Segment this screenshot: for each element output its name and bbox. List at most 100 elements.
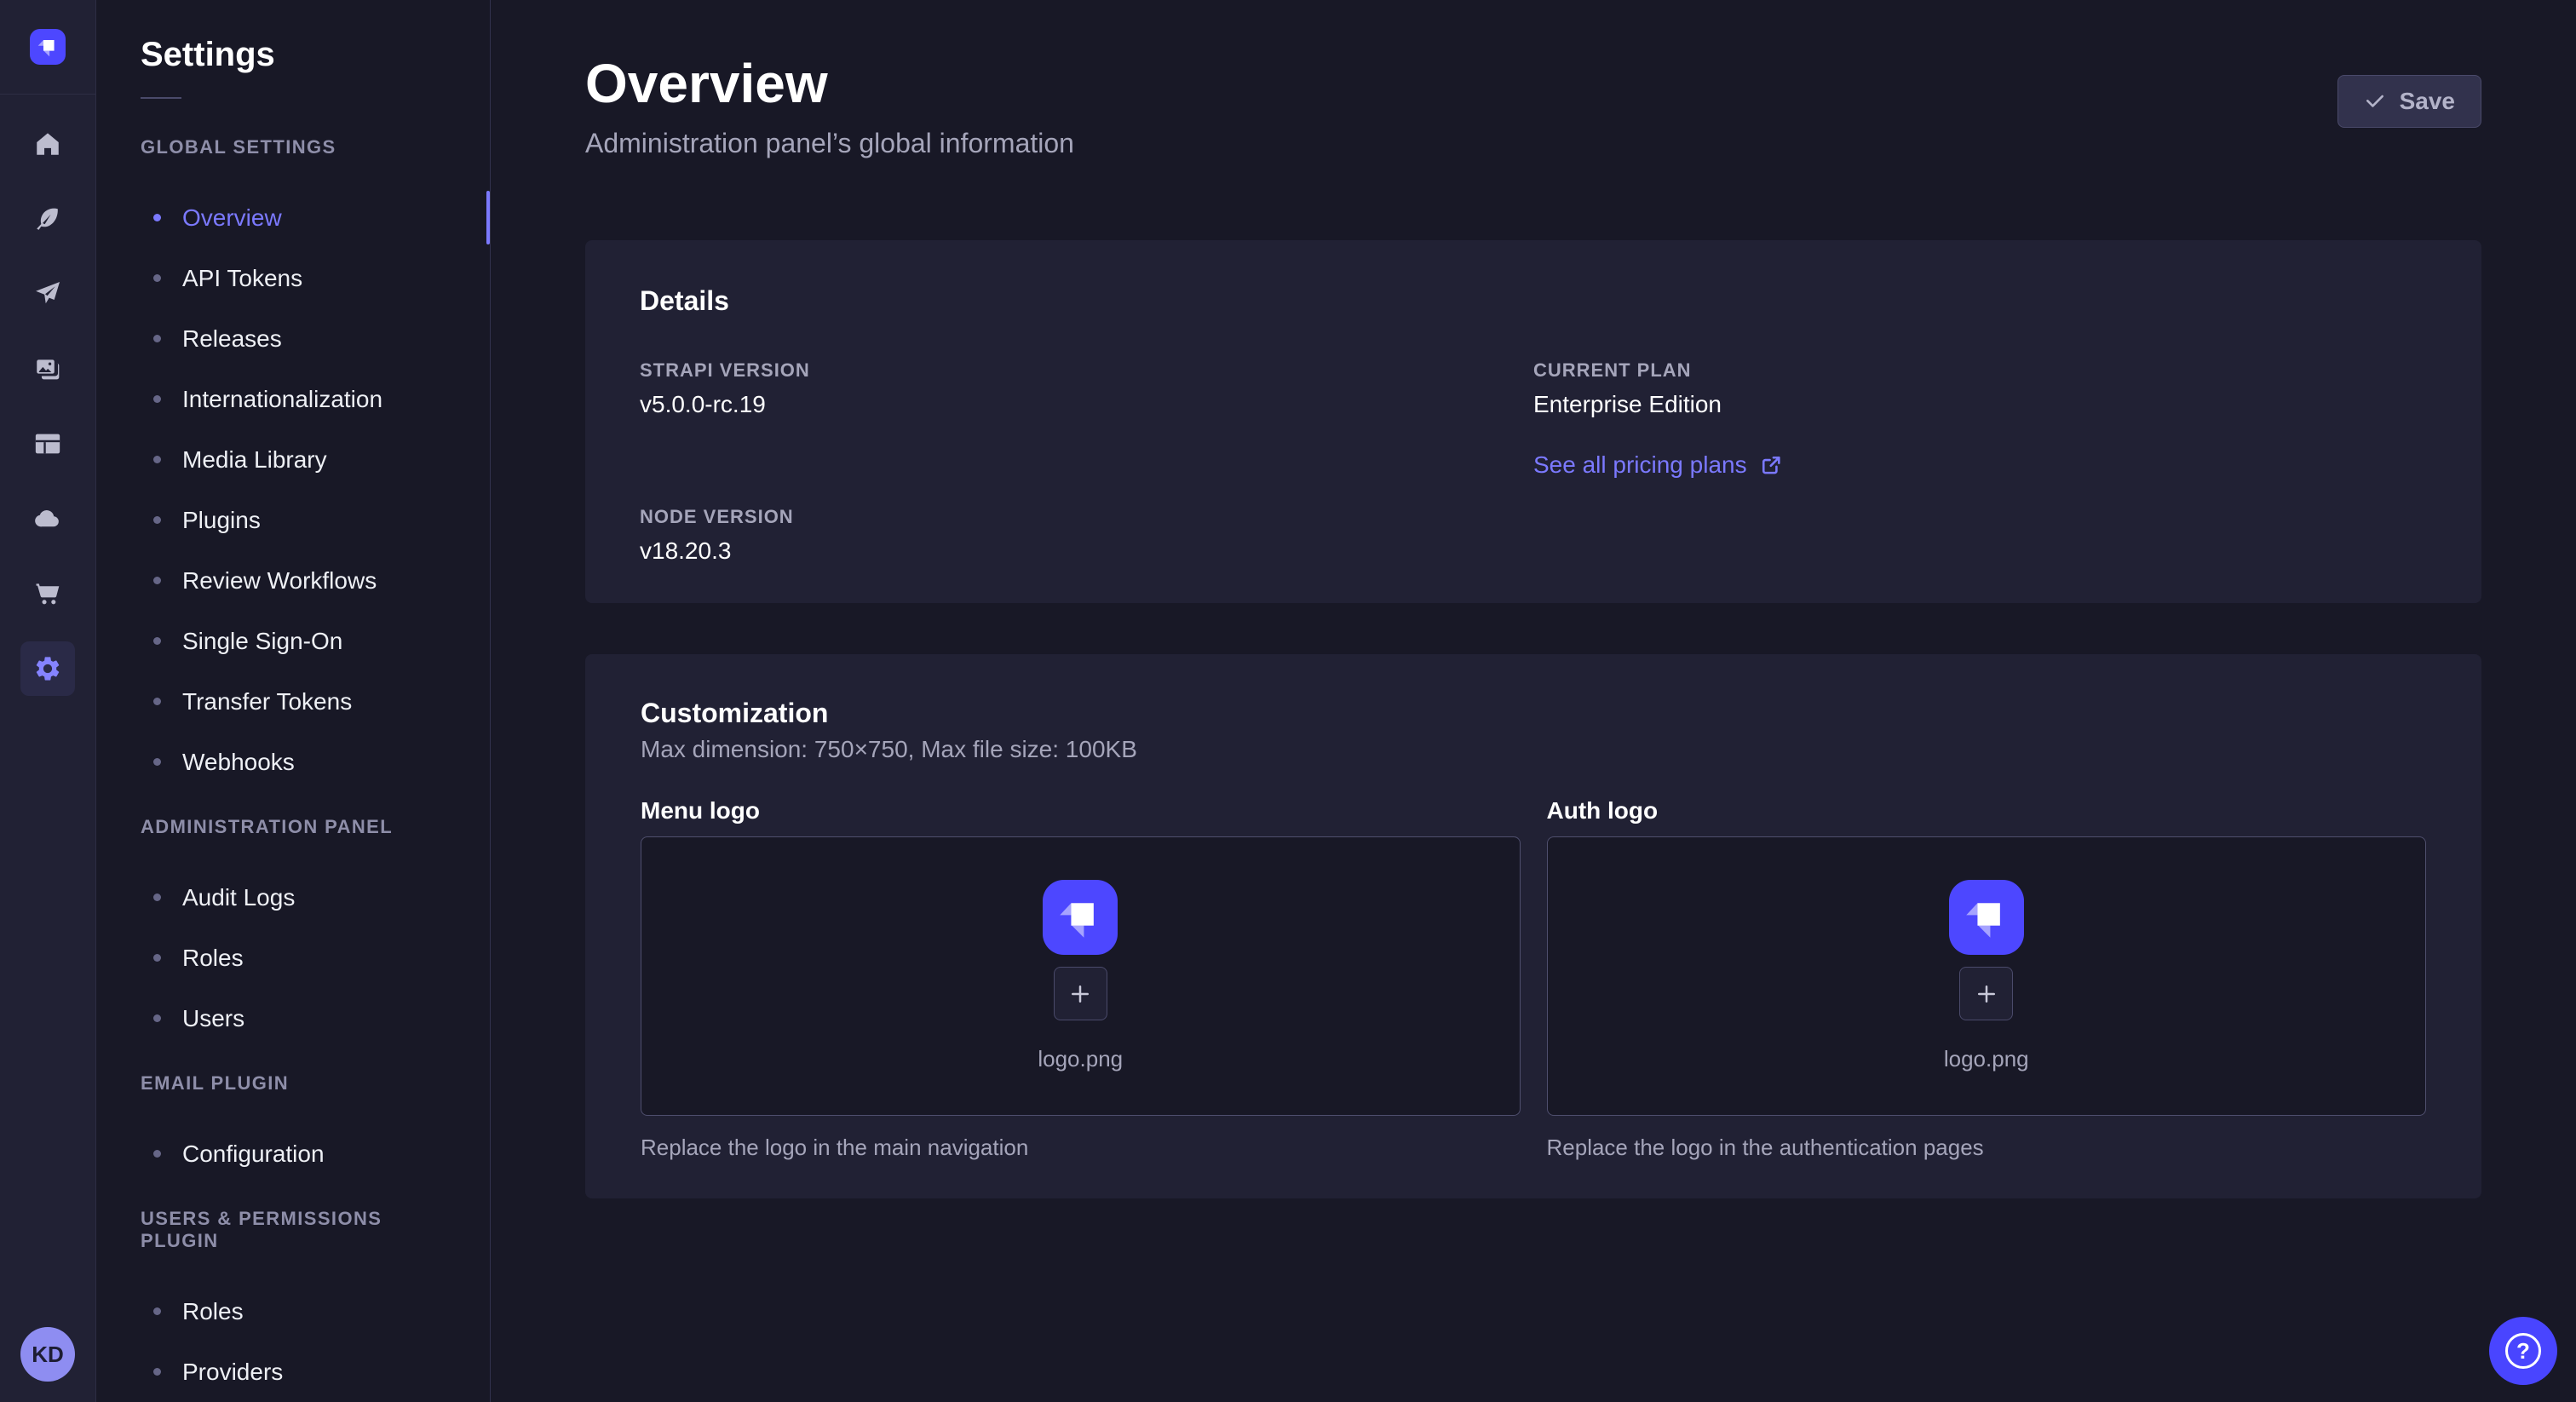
subnav-item-label: Webhooks xyxy=(182,749,295,776)
subnav-item-label: Transfer Tokens xyxy=(182,688,352,715)
feather-icon xyxy=(33,204,62,233)
subnav-title: Settings xyxy=(141,34,446,75)
subnav-item-transfer-tokens[interactable]: Transfer Tokens xyxy=(96,671,490,732)
subnav-item-label: Internationalization xyxy=(182,386,382,413)
details-heading: Details xyxy=(640,284,2427,317)
bullet-icon xyxy=(153,1368,161,1376)
subnav-item-releases[interactable]: Releases xyxy=(96,308,490,369)
subnav-item-label: Roles xyxy=(182,945,244,972)
cloud-icon xyxy=(33,504,62,533)
details-grid: STRAPI VERSION v5.0.0-rc.19 CURRENT PLAN… xyxy=(640,359,2427,566)
bullet-icon xyxy=(153,893,161,901)
section-label-users-permissions-plugin: USERS & PERMISSIONS PLUGIN xyxy=(141,1208,446,1252)
subnav-item-label: Releases xyxy=(182,325,282,353)
details-card: Details STRAPI VERSION v5.0.0-rc.19 CURR… xyxy=(585,240,2481,603)
section-label-global-settings: GLOBAL SETTINGS xyxy=(141,136,446,158)
add-logo-button[interactable] xyxy=(1959,967,2013,1020)
pricing-plans-link[interactable]: See all pricing plans xyxy=(1533,451,1783,479)
subnav-item-providers[interactable]: Providers xyxy=(96,1342,490,1402)
logo-dropzone[interactable]: logo.png xyxy=(641,836,1521,1116)
add-logo-button[interactable] xyxy=(1054,967,1107,1020)
check-icon xyxy=(2364,90,2386,112)
upload-caption: Replace the logo in the authentication p… xyxy=(1547,1135,2427,1161)
cart-icon xyxy=(33,579,62,608)
deploy-button[interactable] xyxy=(20,267,75,321)
content-builder-button[interactable] xyxy=(20,192,75,246)
rail-icon-list xyxy=(20,117,75,696)
subnav-item-label: Overview xyxy=(182,204,282,232)
main-nav-rail: KD xyxy=(0,0,96,1402)
settings-button[interactable] xyxy=(20,641,75,696)
media-library-button[interactable] xyxy=(20,342,75,396)
pricing-plans-link-label: See all pricing plans xyxy=(1533,451,1747,479)
page-header-text: Overview Administration panel’s global i… xyxy=(585,51,1074,159)
bullet-icon xyxy=(153,1150,161,1158)
customization-heading: Customization xyxy=(641,697,2426,729)
page-title: Overview xyxy=(585,51,1074,116)
bullet-icon xyxy=(153,456,161,463)
home-icon xyxy=(33,129,62,158)
bullet-icon xyxy=(153,577,161,584)
bullet-icon xyxy=(153,1014,161,1022)
bullet-icon xyxy=(153,637,161,645)
nav-list: Audit Logs Roles Users xyxy=(96,867,490,1049)
help-button[interactable]: ? xyxy=(2489,1317,2557,1385)
field-strapi-version: STRAPI VERSION v5.0.0-rc.19 xyxy=(640,359,1533,479)
save-button[interactable]: Save xyxy=(2337,75,2481,128)
subnav-item-roles[interactable]: Roles xyxy=(96,928,490,988)
subnav-item-single-sign-on[interactable]: Single Sign-On xyxy=(96,611,490,671)
gear-icon xyxy=(33,654,62,683)
subnav-item-label: API Tokens xyxy=(182,265,302,292)
subnav-item-label: Single Sign-On xyxy=(182,628,342,655)
user-avatar[interactable]: KD xyxy=(20,1327,75,1382)
subnav-item-api-tokens[interactable]: API Tokens xyxy=(96,248,490,308)
external-link-icon xyxy=(1759,453,1783,477)
settings-subnav: Settings GLOBAL SETTINGS Overview API Toke… xyxy=(96,0,491,1402)
bullet-icon xyxy=(153,274,161,282)
field-label: STRAPI VERSION xyxy=(640,359,1533,382)
nav-list: RolesProviders xyxy=(96,1281,490,1402)
subnav-divider xyxy=(141,97,181,99)
page-header: Overview Administration panel’s global i… xyxy=(585,0,2481,159)
plus-icon xyxy=(1974,981,1999,1007)
subnav-item-overview[interactable]: Overview xyxy=(96,187,490,248)
logo-uploads: Menu logo logo.png Replace the logo in t… xyxy=(641,797,2426,1161)
cloud-button[interactable] xyxy=(20,491,75,546)
subnav-item-label: Media Library xyxy=(182,446,327,474)
bullet-icon xyxy=(153,395,161,403)
bullet-icon xyxy=(153,516,161,524)
save-button-label: Save xyxy=(2400,88,2455,115)
section-label-administration-panel: ADMINISTRATION PANEL xyxy=(141,816,446,838)
avatar-initials: KD xyxy=(32,1342,64,1368)
field-node-version: NODE VERSION v18.20.3 xyxy=(640,506,1533,566)
subnav-item-media-library[interactable]: Media Library xyxy=(96,429,490,490)
page-subtitle: Administration panel’s global informatio… xyxy=(585,128,1074,159)
subnav-item-webhooks[interactable]: Webhooks xyxy=(96,732,490,792)
field-value: v18.20.3 xyxy=(640,537,1533,566)
content-manager-button[interactable] xyxy=(20,417,75,471)
field-value: Enterprise Edition xyxy=(1533,390,2427,419)
main-content: Overview Administration panel’s global i… xyxy=(491,0,2576,1402)
subnav-item-review-workflows[interactable]: Review Workflows xyxy=(96,550,490,611)
subnav-item-roles[interactable]: Roles xyxy=(96,1281,490,1342)
subnav-item-users[interactable]: Users xyxy=(96,988,490,1049)
bullet-icon xyxy=(153,214,161,221)
marketplace-button[interactable] xyxy=(20,566,75,621)
bullet-icon xyxy=(153,335,161,342)
home-button[interactable] xyxy=(20,117,75,171)
subnav-item-label: Review Workflows xyxy=(182,567,377,595)
logo-upload-tile-menu-logo: Menu logo logo.png Replace the logo in t… xyxy=(641,797,1521,1161)
subnav-item-plugins[interactable]: Plugins xyxy=(96,490,490,550)
subnav-item-configuration[interactable]: Configuration xyxy=(96,1123,490,1184)
bullet-icon xyxy=(153,758,161,766)
subnav-item-label: Configuration xyxy=(182,1141,325,1168)
bullet-icon xyxy=(153,698,161,705)
subnav-item-internationalization[interactable]: Internationalization xyxy=(96,369,490,429)
strapi-logo[interactable] xyxy=(30,29,66,65)
subnav-item-audit-logs[interactable]: Audit Logs xyxy=(96,867,490,928)
logo-dropzone[interactable]: logo.png xyxy=(1547,836,2427,1116)
logo-upload-tile-auth-logo: Auth logo logo.png Replace the logo in t… xyxy=(1547,797,2427,1161)
upload-label: Auth logo xyxy=(1547,797,2427,825)
question-mark-icon: ? xyxy=(2505,1333,2541,1369)
strapi-logo-icon xyxy=(30,29,66,65)
